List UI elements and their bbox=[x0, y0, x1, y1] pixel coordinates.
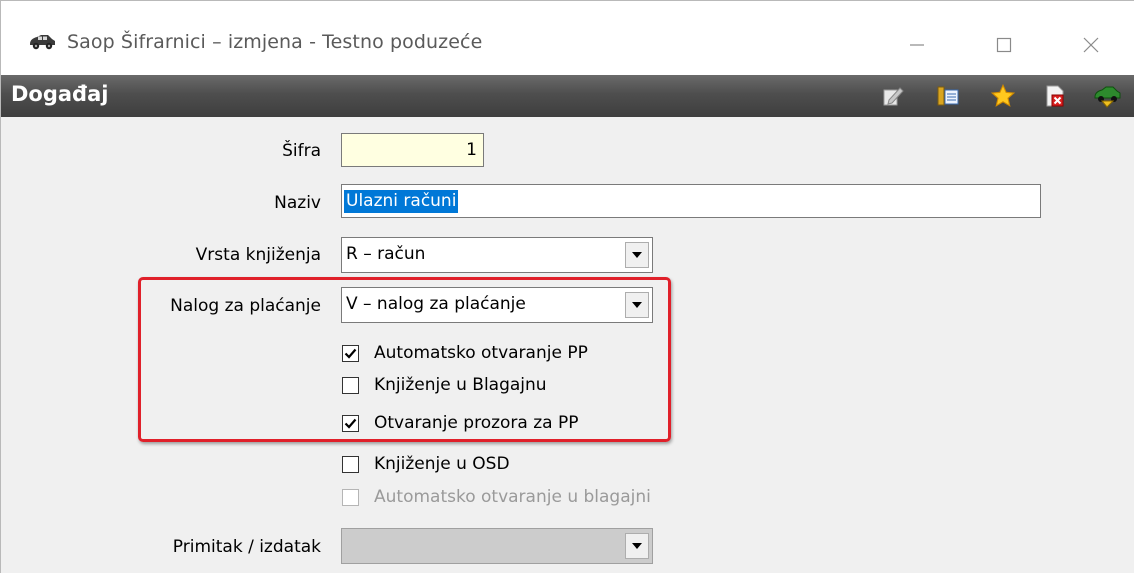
window: Saop Šifrarnici – izmjena - Testno poduz… bbox=[0, 0, 1134, 573]
maximize-button[interactable] bbox=[974, 19, 1034, 71]
primitak-izdatak-label: Primitak / izdatak bbox=[172, 537, 321, 557]
edit-icon bbox=[883, 87, 904, 106]
delete-button[interactable] bbox=[1041, 83, 1069, 109]
title-bar: Saop Šifrarnici – izmjena - Testno poduz… bbox=[1, 1, 1134, 75]
vrsta-knjizenja-select[interactable]: R – račun bbox=[341, 237, 653, 273]
page-title: Događaj bbox=[11, 82, 109, 106]
chevron-down-icon bbox=[632, 543, 642, 549]
exit-button[interactable] bbox=[1093, 83, 1121, 109]
favorite-button[interactable] bbox=[989, 83, 1017, 109]
window-title: Saop Šifrarnici – izmjena - Testno poduz… bbox=[67, 31, 483, 53]
checkbox-label: Knjiženje u OSD bbox=[374, 454, 510, 474]
delete-icon bbox=[1046, 85, 1064, 107]
list-icon bbox=[937, 86, 959, 106]
minimize-button[interactable] bbox=[887, 19, 947, 71]
naziv-input[interactable]: Ulazni računi bbox=[341, 184, 1041, 218]
edit-button[interactable] bbox=[879, 83, 907, 109]
naziv-value: Ulazni računi bbox=[344, 190, 459, 213]
checkbox-knjizenje-u-osd[interactable]: Knjiženje u OSD bbox=[342, 453, 510, 475]
star-icon bbox=[990, 83, 1016, 107]
primitak-izdatak-dropdown-button bbox=[625, 533, 649, 559]
car-icon bbox=[27, 33, 57, 55]
exit-icon bbox=[1094, 86, 1121, 108]
annotation-highlight-box bbox=[138, 277, 671, 442]
checkbox-label: Automatsko otvaranje u blagajni bbox=[374, 487, 651, 507]
vrsta-knjizenja-label: Vrsta knjiženja bbox=[195, 245, 321, 265]
sifra-label: Šifra bbox=[282, 141, 321, 161]
minimize-icon bbox=[910, 44, 924, 46]
maximize-icon bbox=[996, 37, 1012, 53]
chevron-down-icon bbox=[632, 252, 642, 258]
header-bar: Događaj bbox=[1, 75, 1134, 117]
close-button[interactable] bbox=[1061, 19, 1121, 71]
primitak-izdatak-select bbox=[341, 528, 653, 564]
naziv-label: Naziv bbox=[274, 193, 321, 213]
vrsta-knjizenja-dropdown-button[interactable] bbox=[625, 242, 649, 268]
list-button[interactable] bbox=[934, 83, 962, 109]
checkbox-box bbox=[342, 488, 359, 506]
sifra-input[interactable]: 1 bbox=[341, 133, 484, 167]
vrsta-knjizenja-value: R – račun bbox=[346, 244, 426, 264]
checkbox-automatsko-otvaranje-u-blagajni: Automatsko otvaranje u blagajni bbox=[342, 486, 651, 508]
sifra-value: 1 bbox=[466, 140, 477, 160]
checkbox-box[interactable] bbox=[342, 455, 359, 473]
close-icon bbox=[1083, 37, 1099, 53]
